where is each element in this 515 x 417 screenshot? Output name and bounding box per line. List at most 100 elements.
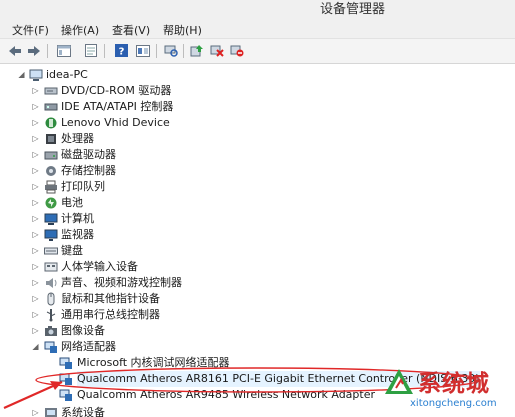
tree-category-label: DVD/CD-ROM 驱动器 — [61, 84, 172, 97]
uninstall-device-icon[interactable] — [228, 42, 246, 59]
tree-category-row[interactable]: ▷ 声音、视频和游戏控制器 — [0, 275, 515, 291]
printer-icon — [44, 180, 58, 194]
update-driver-icon[interactable] — [188, 42, 206, 59]
tree-category-label: 鼠标和其他指针设备 — [61, 292, 160, 305]
storage-controller-icon — [44, 164, 58, 178]
expand-icon[interactable]: ▷ — [31, 99, 40, 115]
computer-icon — [29, 68, 43, 82]
network-adapter-icon — [59, 372, 73, 386]
tree-category-row[interactable]: ▷ 计算机 — [0, 211, 515, 227]
tree-category-row[interactable]: ▷ 存储控制器 — [0, 163, 515, 179]
network-adapter-icon — [59, 388, 73, 402]
sound-icon — [44, 276, 58, 290]
tree-device-label: Microsoft 内核调试网络适配器 — [77, 356, 230, 369]
tree-category-label: 图像设备 — [61, 324, 105, 337]
tree-category-label: IDE ATA/ATAPI 控制器 — [61, 100, 174, 113]
menu-action[interactable]: 操作(A) — [61, 22, 99, 38]
tree-category-row[interactable]: ▷ 打印队列 — [0, 179, 515, 195]
keyboard-icon — [44, 244, 58, 258]
toolbar-separator — [183, 44, 184, 58]
collapse-icon[interactable]: ◢ — [31, 339, 40, 355]
tree-category-row[interactable]: ▷ 磁盘驱动器 — [0, 147, 515, 163]
tree-category-row[interactable]: ▷ 监视器 — [0, 227, 515, 243]
expand-icon[interactable]: ▷ — [31, 195, 40, 211]
expand-icon[interactable]: ▷ — [31, 275, 40, 291]
tree-category-label: 声音、视频和游戏控制器 — [61, 276, 182, 289]
tree-category-row[interactable]: ▷ 电池 — [0, 195, 515, 211]
expand-icon[interactable]: ▷ — [31, 83, 40, 99]
expand-icon[interactable]: ▷ — [31, 243, 40, 259]
window-title: 设备管理器 — [320, 2, 386, 17]
expand-icon[interactable]: ▷ — [31, 259, 40, 275]
tree-category-row[interactable]: ◢ 网络适配器 — [0, 339, 515, 355]
collapse-icon[interactable]: ◢ — [17, 67, 26, 83]
back-icon[interactable] — [6, 42, 24, 59]
disable-device-icon[interactable] — [208, 42, 226, 59]
scan-hardware-icon[interactable] — [162, 42, 180, 59]
mouse-icon — [44, 292, 58, 306]
expand-icon[interactable]: ▷ — [31, 405, 40, 417]
lenovo-vhid-icon — [44, 116, 58, 130]
expand-icon[interactable]: ▷ — [31, 163, 40, 179]
tree-category-row[interactable]: ▷ DVD/CD-ROM 驱动器 — [0, 83, 515, 99]
tree-category-label: 人体学输入设备 — [61, 260, 138, 273]
menu-view[interactable]: 查看(V) — [112, 22, 150, 38]
expand-icon[interactable]: ▷ — [31, 211, 40, 227]
tree-category-label: 磁盘驱动器 — [61, 148, 116, 161]
battery-icon — [44, 196, 58, 210]
tree-category-label: 网络适配器 — [61, 340, 116, 353]
monitor-icon — [44, 228, 58, 242]
menu-bar: 文件(F) 操作(A) 查看(V) 帮助(H) — [0, 18, 515, 39]
dvd-drive-icon — [44, 84, 58, 98]
expand-icon[interactable]: ▷ — [31, 227, 40, 243]
system-devices-icon — [44, 406, 58, 417]
tree-category-label: 存储控制器 — [61, 164, 116, 177]
tree-category-row[interactable]: ▷ 通用串行总线控制器 — [0, 307, 515, 323]
network-adapter-icon — [59, 356, 73, 370]
watermark-name: 系统城 — [418, 371, 490, 397]
svg-text:?: ? — [118, 47, 124, 58]
tree-category-label: 键盘 — [61, 244, 83, 257]
expand-icon[interactable]: ▷ — [31, 179, 40, 195]
toolbar: ? — [0, 39, 515, 64]
tree-category-label: 打印队列 — [61, 180, 105, 193]
tree-category-row[interactable]: ▷ 人体学输入设备 — [0, 259, 515, 275]
tree-category-row[interactable]: ▷ 图像设备 — [0, 323, 515, 339]
help-icon[interactable]: ? — [112, 42, 130, 59]
tree-category-label: 电池 — [61, 196, 83, 209]
show-hide-console-tree-icon[interactable] — [55, 42, 73, 59]
network-adapter-icon — [44, 340, 58, 354]
tree-category-row[interactable]: ▷ Lenovo Vhid Device — [0, 115, 515, 131]
toolbar-separator — [104, 44, 105, 58]
forward-icon[interactable] — [25, 42, 43, 59]
hid-icon — [44, 260, 58, 274]
expand-icon[interactable]: ▷ — [31, 291, 40, 307]
title-bar: 设备管理器 — [0, 0, 515, 18]
tree-category-label: 计算机 — [61, 212, 94, 225]
usb-icon — [44, 308, 58, 322]
toolbar-separator — [47, 44, 48, 58]
menu-file[interactable]: 文件(F) — [12, 22, 49, 38]
view-icon[interactable] — [134, 42, 152, 59]
processor-icon — [44, 132, 58, 146]
computer-icon — [44, 212, 58, 226]
expand-icon[interactable]: ▷ — [31, 131, 40, 147]
expand-icon[interactable]: ▷ — [31, 147, 40, 163]
tree-device-label: Qualcomm Atheros AR9485 Wireless Network… — [77, 388, 375, 401]
tree-category-row[interactable]: ▷ 鼠标和其他指针设备 — [0, 291, 515, 307]
tree-category-row[interactable]: ▷ 键盘 — [0, 243, 515, 259]
expand-icon[interactable]: ▷ — [31, 307, 40, 323]
ide-controller-icon — [44, 100, 58, 114]
tree-category-row[interactable]: ▷ IDE ATA/ATAPI 控制器 — [0, 99, 515, 115]
toolbar-separator — [156, 44, 157, 58]
tree-root-row[interactable]: ◢ idea-PC — [0, 67, 515, 83]
expand-icon[interactable]: ▷ — [31, 115, 40, 131]
tree-category-label: 处理器 — [61, 132, 94, 145]
menu-help[interactable]: 帮助(H) — [163, 22, 202, 38]
tree-root-label: idea-PC — [46, 68, 88, 81]
tree-category-row[interactable]: ▷ 处理器 — [0, 131, 515, 147]
tree-category-label: Lenovo Vhid Device — [61, 116, 170, 129]
properties-icon[interactable] — [82, 42, 100, 59]
disk-drive-icon — [44, 148, 58, 162]
expand-icon[interactable]: ▷ — [31, 323, 40, 339]
